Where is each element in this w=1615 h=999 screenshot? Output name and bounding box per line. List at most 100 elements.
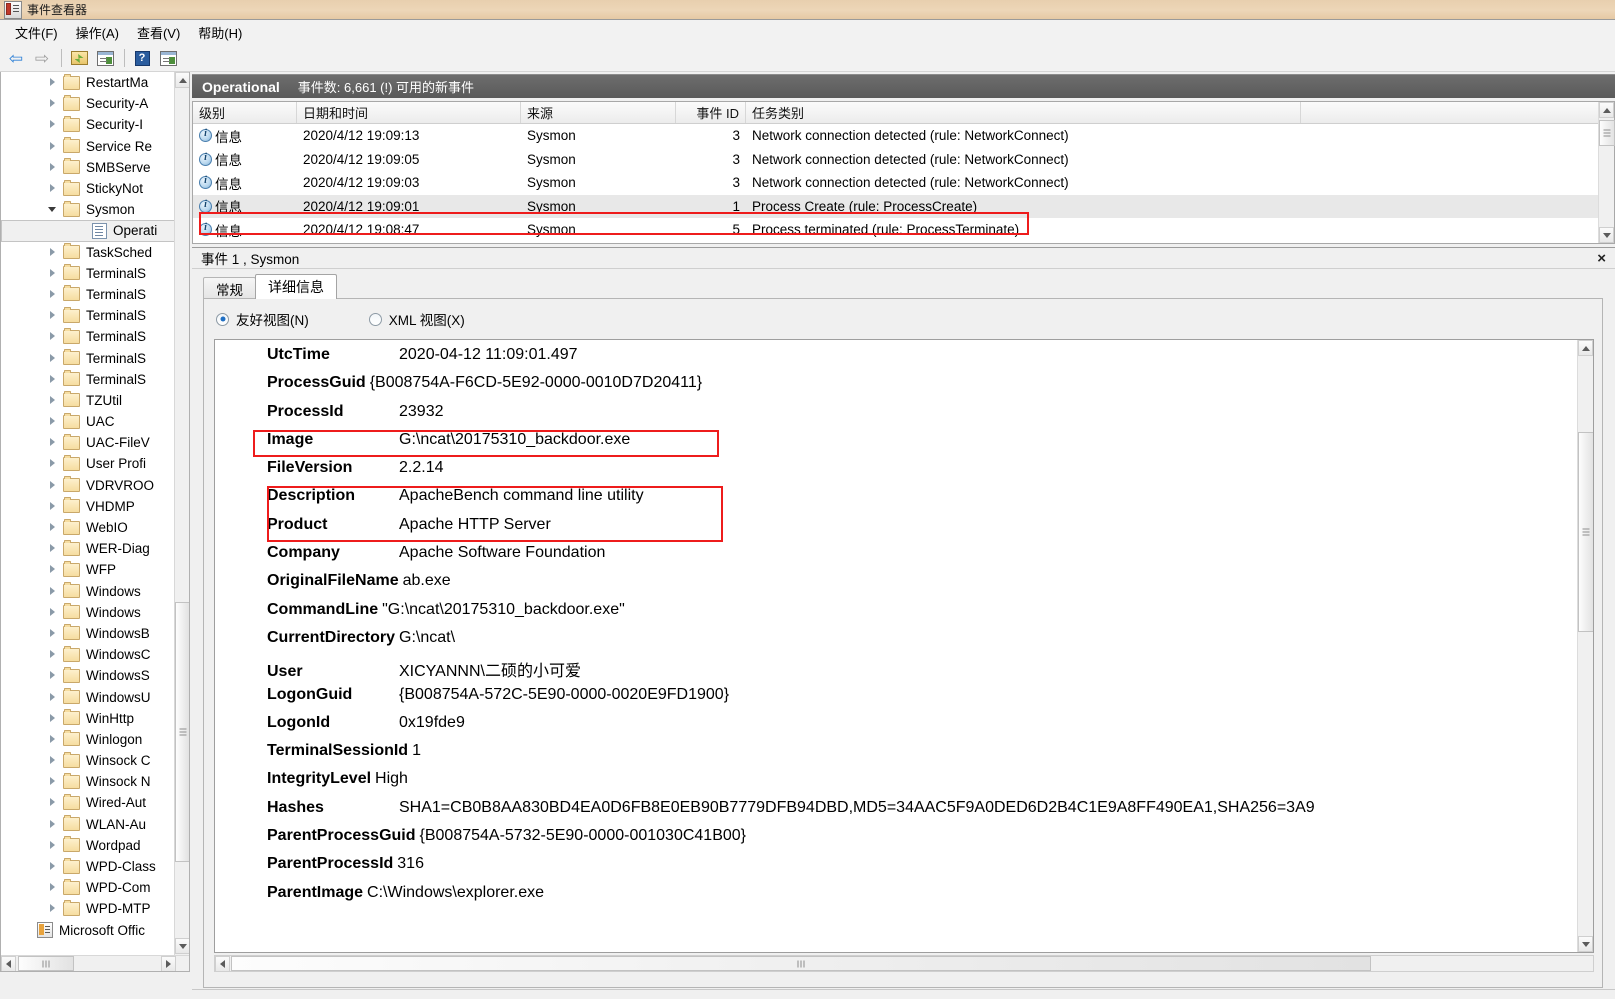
tree-item[interactable]: UAC-FileV bbox=[1, 432, 177, 453]
chevron-right-icon[interactable] bbox=[47, 522, 58, 533]
chevron-right-icon[interactable] bbox=[47, 331, 58, 342]
chevron-right-icon[interactable] bbox=[47, 374, 58, 385]
tree-item[interactable]: Sysmon bbox=[1, 199, 177, 220]
detail-scroll-left-button[interactable] bbox=[215, 955, 230, 972]
chevron-right-icon[interactable] bbox=[47, 480, 58, 491]
properties-icon[interactable] bbox=[93, 47, 117, 70]
tree-hscroll-thumb[interactable] bbox=[18, 956, 74, 971]
tree-item[interactable]: WPD-Com bbox=[1, 877, 177, 898]
tree-item[interactable]: WPD-Class bbox=[1, 856, 177, 877]
tree-item[interactable]: Operati bbox=[1, 220, 177, 242]
tree-horizontal-scrollbar[interactable] bbox=[1, 955, 189, 971]
tree-scroll-up-button[interactable] bbox=[175, 72, 189, 88]
show-action-pane-icon[interactable] bbox=[156, 47, 180, 70]
tree-item[interactable]: TerminalS bbox=[1, 263, 177, 284]
menu-action[interactable]: 操作(A) bbox=[67, 20, 128, 45]
tree-item[interactable]: WLAN-Au bbox=[1, 814, 177, 835]
detail-scroll-down-button[interactable] bbox=[1578, 936, 1593, 952]
chevron-right-icon[interactable] bbox=[47, 692, 58, 703]
back-arrow-icon[interactable]: ⇦ bbox=[4, 47, 28, 70]
detail-horizontal-scrollbar[interactable] bbox=[214, 955, 1594, 972]
tree-item[interactable]: Security-A bbox=[1, 93, 177, 114]
table-row[interactable]: 信息 2020/4/12 19:09:05 Sysmon 3 Network conne… bbox=[193, 148, 1614, 172]
table-row[interactable]: 信息 2020/4/12 19:09:03 Sysmon 3 Network conne… bbox=[193, 171, 1614, 195]
chevron-right-icon[interactable] bbox=[47, 458, 58, 469]
chevron-right-icon[interactable] bbox=[47, 247, 58, 258]
show-hide-tree-icon[interactable] bbox=[67, 47, 91, 70]
chevron-right-icon[interactable] bbox=[47, 353, 58, 364]
tree-item[interactable]: WFP bbox=[1, 559, 177, 580]
chevron-right-icon[interactable] bbox=[47, 268, 58, 279]
tree-item[interactable]: Security-I bbox=[1, 114, 177, 135]
tree-scroll-left-button[interactable] bbox=[1, 955, 16, 971]
tree-scroll-down-button[interactable] bbox=[175, 938, 189, 954]
chevron-right-icon[interactable] bbox=[47, 77, 58, 88]
tab-general[interactable]: 常规 bbox=[203, 277, 256, 299]
menu-view[interactable]: 查看(V) bbox=[128, 20, 189, 45]
table-row[interactable]: 信息 2020/4/12 19:08:47 Sysmon 5 Process termi… bbox=[193, 218, 1614, 242]
column-header-event-id[interactable]: 事件 ID bbox=[676, 102, 746, 123]
tree-item[interactable]: StickyNot bbox=[1, 178, 177, 199]
detail-vertical-scrollbar[interactable] bbox=[1577, 340, 1593, 952]
tree-item[interactable]: Windows bbox=[1, 581, 177, 602]
chevron-right-icon[interactable] bbox=[47, 776, 58, 787]
detail-scroll-thumb[interactable] bbox=[1578, 432, 1593, 632]
chevron-right-icon[interactable] bbox=[47, 183, 58, 194]
tree-item[interactable]: Winlogon bbox=[1, 729, 177, 750]
chevron-right-icon[interactable] bbox=[47, 162, 58, 173]
event-scroll-thumb[interactable] bbox=[1599, 120, 1615, 146]
tree-item[interactable]: TerminalS bbox=[1, 369, 177, 390]
chevron-right-icon[interactable] bbox=[47, 819, 58, 830]
close-icon[interactable]: × bbox=[1594, 251, 1609, 266]
chevron-right-icon[interactable] bbox=[47, 98, 58, 109]
tree-item[interactable]: WindowsU bbox=[1, 686, 177, 707]
chevron-right-icon[interactable] bbox=[47, 416, 58, 427]
tree-item[interactable]: TerminalS bbox=[1, 347, 177, 368]
chevron-right-icon[interactable] bbox=[47, 395, 58, 406]
chevron-right-icon[interactable] bbox=[47, 670, 58, 681]
detail-scroll-up-button[interactable] bbox=[1578, 340, 1593, 356]
tree-vertical-scrollbar[interactable] bbox=[174, 72, 189, 971]
chevron-right-icon[interactable] bbox=[47, 564, 58, 575]
tree-item[interactable]: WindowsS bbox=[1, 665, 177, 686]
console-tree[interactable]: RestartMa Security-A Security-I Service Re S… bbox=[1, 72, 177, 952]
tree-item[interactable]: SMBServe bbox=[1, 157, 177, 178]
menu-help[interactable]: 帮助(H) bbox=[189, 20, 251, 45]
tree-item[interactable]: WebIO bbox=[1, 517, 177, 538]
tree-item[interactable]: UAC bbox=[1, 411, 177, 432]
detail-hscroll-thumb[interactable] bbox=[231, 956, 1371, 971]
tree-scroll-right-button[interactable] bbox=[161, 955, 176, 971]
tab-details[interactable]: 详细信息 bbox=[255, 274, 337, 299]
chevron-right-icon[interactable] bbox=[47, 141, 58, 152]
chevron-right-icon[interactable] bbox=[47, 310, 58, 321]
chevron-right-icon[interactable] bbox=[47, 840, 58, 851]
tree-item[interactable]: TaskSched bbox=[1, 242, 177, 263]
event-scroll-up-button[interactable] bbox=[1599, 102, 1614, 118]
chevron-right-icon[interactable] bbox=[47, 903, 58, 914]
chevron-right-icon[interactable] bbox=[47, 755, 58, 766]
tree-item[interactable]: TerminalS bbox=[1, 326, 177, 347]
column-header-datetime[interactable]: 日期和时间 bbox=[297, 102, 521, 123]
tree-item[interactable]: TerminalS bbox=[1, 284, 177, 305]
table-row[interactable]: 信息 2020/4/12 19:09:13 Sysmon 3 Network conne… bbox=[193, 124, 1614, 148]
tree-item[interactable]: Service Re bbox=[1, 136, 177, 157]
tree-item[interactable]: TZUtil bbox=[1, 390, 177, 411]
chevron-right-icon[interactable] bbox=[47, 289, 58, 300]
tree-item[interactable]: User Profi bbox=[1, 453, 177, 474]
tree-item[interactable]: WindowsC bbox=[1, 644, 177, 665]
chevron-right-icon[interactable] bbox=[47, 607, 58, 618]
column-header-level[interactable]: 级别 bbox=[193, 102, 297, 123]
chevron-right-icon[interactable] bbox=[47, 861, 58, 872]
column-header-source[interactable]: 来源 bbox=[521, 102, 676, 123]
menu-file[interactable]: 文件(F) bbox=[6, 20, 67, 45]
tree-item[interactable]: Wired-Aut bbox=[1, 792, 177, 813]
tree-item[interactable]: Windows bbox=[1, 602, 177, 623]
tree-item[interactable]: WindowsB bbox=[1, 623, 177, 644]
chevron-right-icon[interactable] bbox=[47, 713, 58, 724]
column-header-task-category[interactable]: 任务类别 bbox=[746, 102, 1301, 123]
chevron-right-icon[interactable] bbox=[47, 543, 58, 554]
chevron-right-icon[interactable] bbox=[47, 649, 58, 660]
tree-item[interactable]: VDRVROO bbox=[1, 475, 177, 496]
tree-scroll-thumb[interactable] bbox=[175, 602, 189, 862]
event-list-vertical-scrollbar[interactable] bbox=[1598, 102, 1615, 243]
